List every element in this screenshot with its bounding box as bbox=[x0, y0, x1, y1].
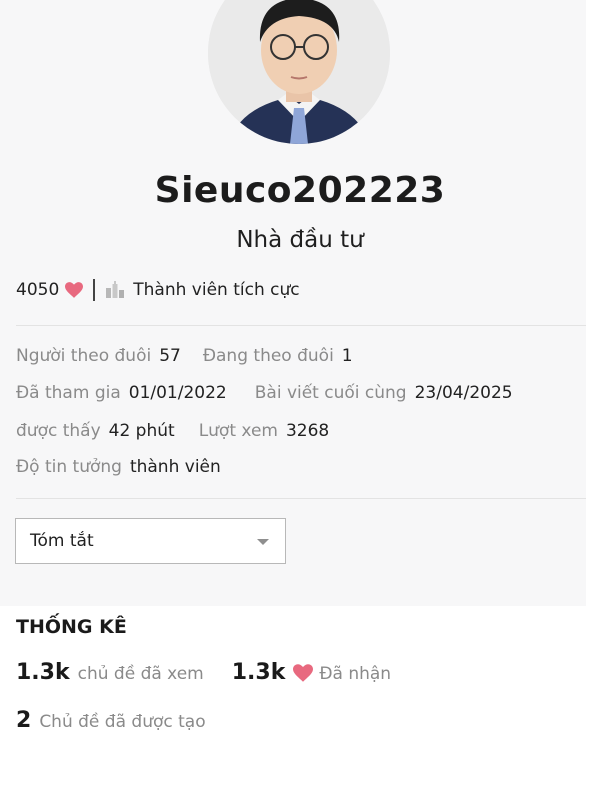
info-row-dates: Đã tham gia 01/01/2022 Bài viết cuối cùn… bbox=[16, 383, 513, 403]
heart-icon bbox=[65, 282, 84, 298]
divider bbox=[16, 498, 586, 499]
last-post-label: Bài viết cuối cùng bbox=[254, 383, 407, 403]
joined-value: 01/01/2022 bbox=[128, 383, 227, 403]
views-value: 3268 bbox=[285, 421, 330, 441]
likes-received-value: 1.3k bbox=[231, 660, 286, 685]
username: Sieuco202223 bbox=[154, 170, 446, 211]
scrollbar-track[interactable] bbox=[586, 0, 600, 800]
stats-heading: THỐNG KÊ bbox=[16, 616, 127, 638]
info-row-trust: Độ tin tưởng thành viên bbox=[16, 457, 221, 477]
followers-label: Người theo đuôi bbox=[16, 346, 152, 366]
topics-viewed-value: 1.3k bbox=[16, 660, 70, 685]
last-post-value[interactable]: 23/04/2025 bbox=[415, 383, 513, 403]
reputation-value: 4050 bbox=[16, 280, 60, 300]
heart-icon bbox=[293, 663, 314, 682]
dropdown-selected: Tóm tắt bbox=[30, 531, 94, 551]
seen-label: được thấy bbox=[16, 421, 101, 441]
followers-value[interactable]: 57 bbox=[159, 346, 181, 366]
rank-label: Thành viên tích cực bbox=[133, 280, 300, 300]
divider bbox=[16, 325, 586, 326]
joined-label: Đã tham gia bbox=[16, 383, 121, 403]
summary-dropdown[interactable]: Tóm tắt bbox=[15, 518, 286, 564]
info-row-follow: Người theo đuôi 57 Đang theo đuôi 1 bbox=[16, 346, 353, 366]
topics-created-value: 2 bbox=[16, 708, 32, 733]
info-row-activity: được thấy 42 phút Lượt xem 3268 bbox=[16, 421, 329, 441]
trust-value: thành viên bbox=[129, 457, 221, 477]
separator bbox=[93, 279, 96, 301]
stat-row-1: 1.3k chủ đề đã xem 1.3k Đã nhận bbox=[16, 660, 391, 685]
topics-viewed-label: chủ đề đã xem bbox=[77, 664, 204, 684]
following-label: Đang theo đuôi bbox=[202, 346, 334, 366]
chevron-down-icon bbox=[257, 539, 269, 545]
seen-value: 42 phút bbox=[108, 421, 175, 441]
reputation-line: 4050 Thành viên tích cực bbox=[16, 276, 300, 304]
badge-icon bbox=[105, 281, 125, 299]
trust-label: Độ tin tưởng bbox=[16, 457, 122, 477]
user-title: Nhà đầu tư bbox=[236, 227, 364, 253]
views-label: Lượt xem bbox=[198, 421, 278, 441]
stat-row-2: 2 Chủ đề đã được tạo bbox=[16, 708, 206, 733]
following-value[interactable]: 1 bbox=[342, 346, 353, 366]
topics-created-label: Chủ đề đã được tạo bbox=[39, 712, 206, 732]
likes-received-label: Đã nhận bbox=[319, 664, 392, 684]
